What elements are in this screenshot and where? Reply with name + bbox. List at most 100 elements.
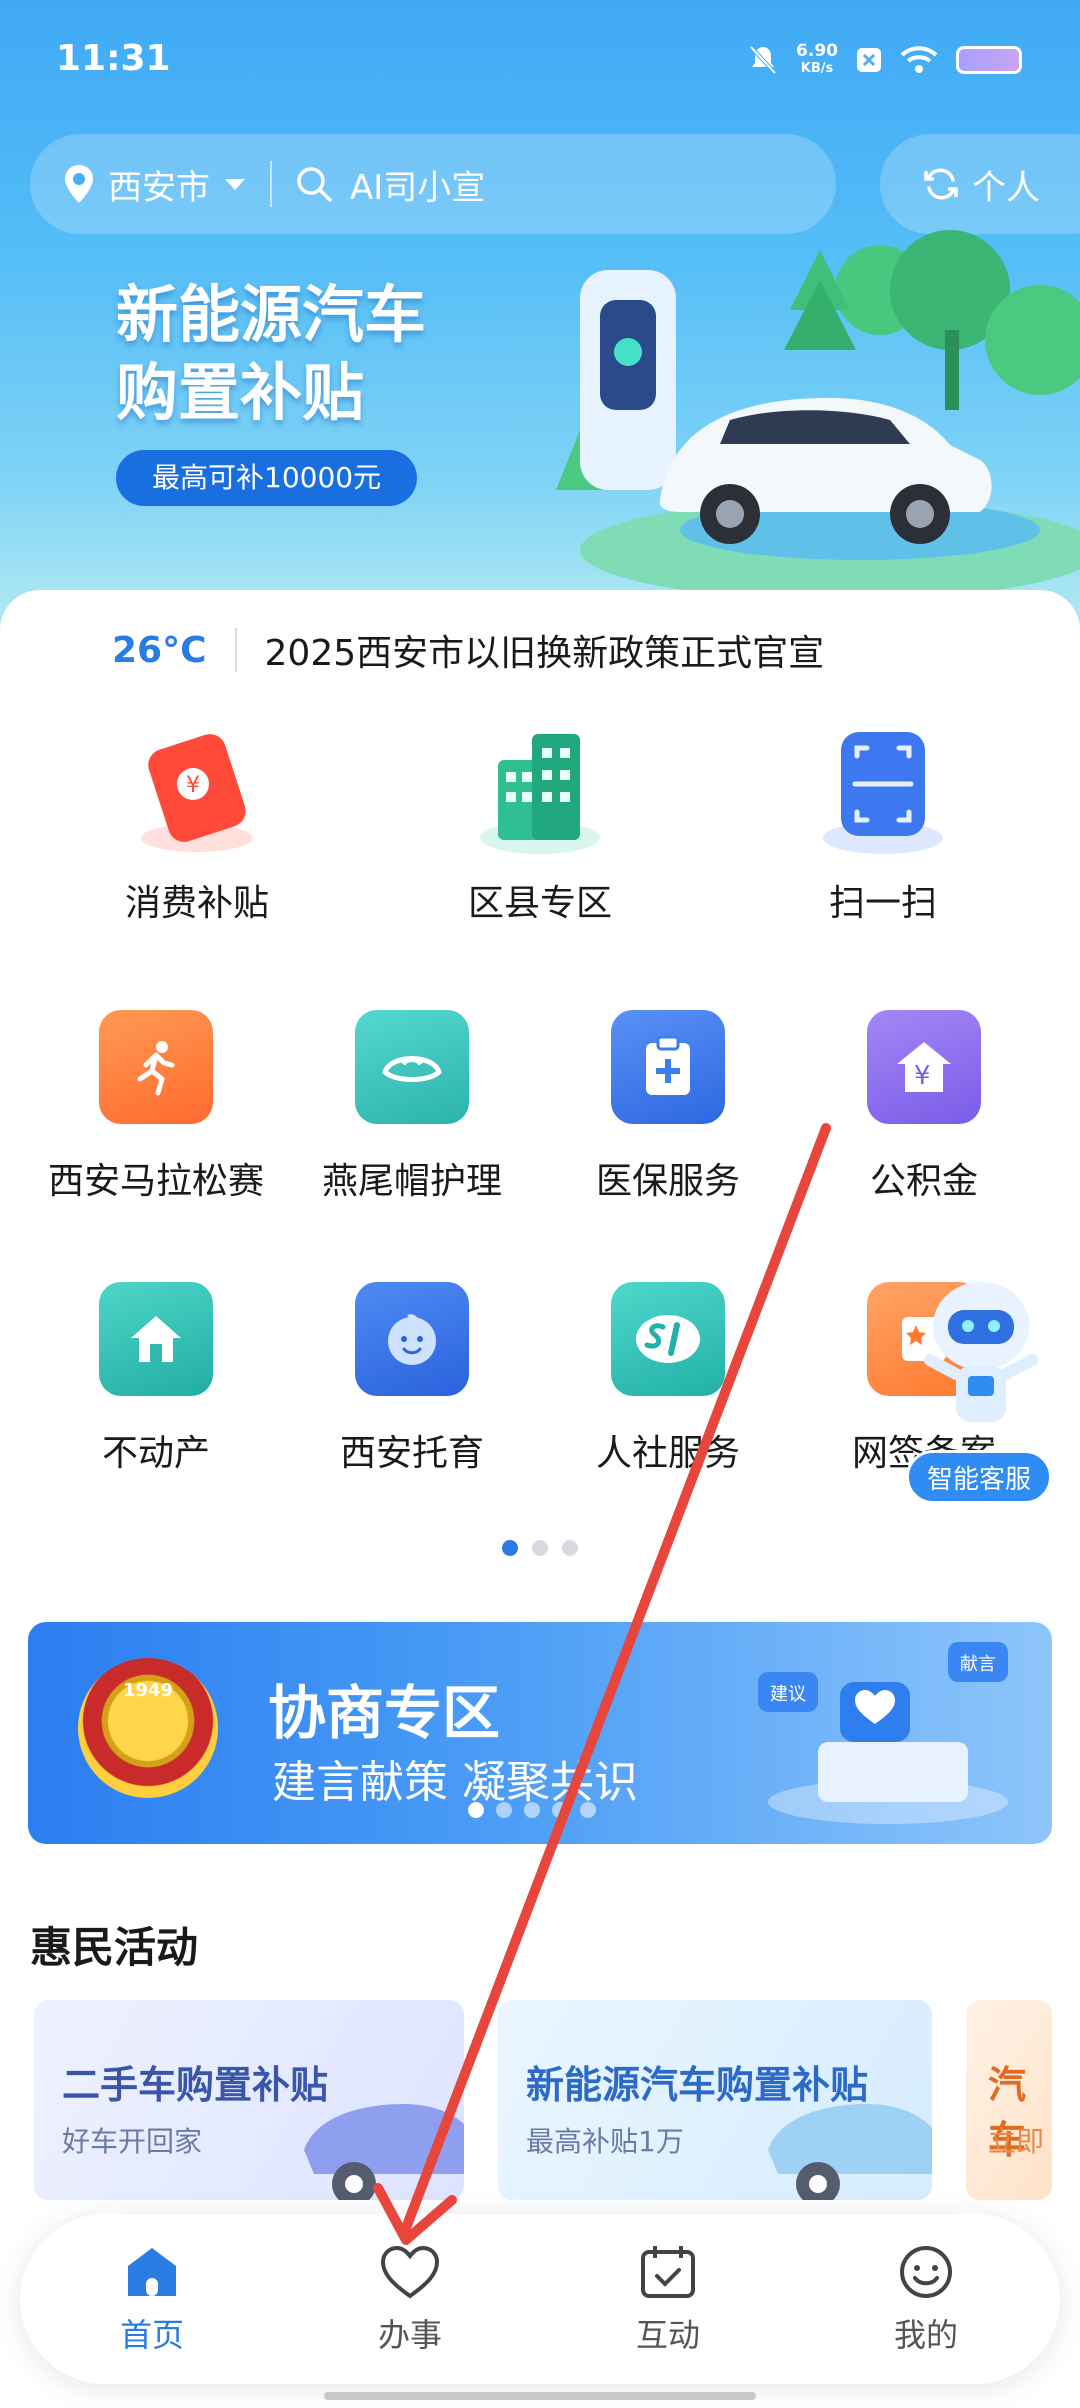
notebook-heart-illustration: 建议 献言 [758,1642,1008,1824]
section-title: 惠民活动 [30,1923,199,1972]
status-time: 11:31 [56,38,171,79]
tab-label: 办事 [377,2316,442,2354]
calendar-check-icon [641,2246,695,2298]
wifi-icon [900,46,938,73]
banner-title: 新能源汽车 购置补贴 [116,278,427,429]
service-marathon[interactable]: 西安马拉松赛 [26,1010,286,1204]
banner-tag: 最高可补10000元 [116,450,418,506]
service-label: 不动产 [101,1433,210,1474]
gesture-home-bar[interactable] [324,2392,756,2400]
net-speed: 6.90 KB/s [796,41,838,76]
news-ticker[interactable]: 26°C 2025西安市以旧换新政策正式官宣 [112,620,824,680]
service-label: 医保服务 [595,1161,740,1202]
activity-subtitle: 最高补贴1万 [526,2125,684,2158]
search-placeholder[interactable]: AI司小宣 [350,160,485,209]
bottom-nav: 首页 办事 互动 我的 [20,2214,1060,2384]
service-real-estate[interactable]: 不动产 [26,1282,286,1476]
bubble-advice: 献言 [960,1654,996,1675]
search-bar[interactable]: 西安市 AI司小宣 [30,134,836,234]
service-housing-fund[interactable]: ¥ 公积金 [794,1010,1054,1204]
nfc-x-icon [857,48,881,72]
si-logo-icon [611,1282,725,1396]
activity-card-ev[interactable]: 新能源汽车购置补贴 最高补贴1万 [498,2000,932,2200]
activity-card-auto[interactable]: 汽车 立即 [966,2000,1052,2200]
cppcc-emblem-icon: 1949 [78,1658,218,1798]
service-social-security[interactable]: 人社服务 [538,1282,798,1476]
service-childcare[interactable]: 西安托育 [282,1282,542,1476]
scan-icon [823,732,943,854]
robot-mascot-icon[interactable] [906,1270,1056,1440]
location-pin-icon [65,165,93,203]
service-consumption-subsidy[interactable]: ¥ 消费补贴 [72,720,322,926]
ticker-divider [234,628,237,672]
promo-dot [552,1802,568,1818]
status-icons: 6.90 KB/s [748,42,1022,78]
tab-profile[interactable]: 我的 [846,2244,1006,2356]
page-dot-active [502,1540,518,1556]
customer-service-button[interactable]: 智能客服 [906,1450,1052,1504]
personal-mode-toggle[interactable]: 个人 [880,134,1080,234]
service-label: 燕尾帽护理 [321,1161,502,1202]
search-divider [270,161,272,207]
hero-banner[interactable]: 11:31 6.90 KB/s 西安市 AI司小宣 个人 新能源汽车 购置补贴 … [0,0,1080,640]
promo-dot [580,1802,596,1818]
heart-icon [380,2245,440,2299]
activity-card-used-car[interactable]: 二手车购置补贴 好车开回家 [34,2000,464,2200]
mode-label: 个人 [972,167,1040,208]
svg-text:¥: ¥ [914,1061,931,1091]
service-medical-insurance[interactable]: 医保服务 [538,1010,798,1204]
main-card: 26°C 2025西安市以旧换新政策正式官宣 ¥ 消费补贴 区县专区 扫一扫 西… [0,590,1080,2408]
service-label: 人社服务 [595,1433,740,1474]
baby-face-icon [355,1282,469,1396]
service-nursing-cap[interactable]: 燕尾帽护理 [282,1010,542,1204]
mute-bell-icon [749,45,777,75]
service-label: 区县专区 [467,883,612,924]
promo-title: 协商专区 [268,1679,501,1747]
medical-clipboard-icon [611,1010,725,1124]
home-icon [99,1282,213,1396]
ev-illustration [556,230,1080,590]
tab-home[interactable]: 首页 [72,2244,232,2356]
promo-dot [496,1802,512,1818]
service-label: 西安托育 [339,1433,484,1474]
promo-subtitle: 建言献策 凝聚共识 [272,1757,638,1808]
promo-dot-active [468,1802,484,1818]
home-icon [128,2248,176,2296]
city-label: 西安市 [108,167,210,208]
battery-icon [956,46,1022,74]
house-yuan-icon: ¥ [867,1010,981,1124]
bubble-suggestion: 建议 [770,1684,806,1705]
nurse-cap-icon [355,1010,469,1124]
service-label: 扫一扫 [828,883,937,924]
service-district-zone[interactable]: 区县专区 [415,720,665,926]
tab-services[interactable]: 办事 [330,2244,490,2356]
buildings-icon [480,734,600,854]
page-dot [532,1540,548,1556]
city-selector[interactable]: 西安市 [62,160,248,209]
tab-interaction[interactable]: 互动 [588,2244,748,2356]
search-icon [297,167,332,202]
grid-page-indicator [0,1540,1080,1556]
activity-title: 二手车购置补贴 [62,2063,329,2107]
status-bar: 11:31 6.90 KB/s [0,0,1080,120]
activity-subtitle: 立即 [988,2125,1045,2158]
promo-dot [524,1802,540,1818]
emblem-year: 1949 [122,1680,174,1701]
consultation-zone-banner[interactable]: 1949 协商专区 建言献策 凝聚共识 建议 献言 [28,1622,1052,1844]
service-label: 消费补贴 [124,883,269,924]
car-illustration [304,2104,464,2200]
refresh-icon [924,168,958,200]
service-label: 公积金 [869,1161,978,1202]
tab-label: 首页 [119,2316,184,2354]
page-dot [562,1540,578,1556]
coupon-ticket-icon: ¥ [141,734,253,852]
ticker-headline[interactable]: 2025西安市以旧换新政策正式官宣 [265,624,825,676]
svg-text:¥: ¥ [186,773,200,798]
service-label: 西安马拉松赛 [47,1161,264,1202]
car-illustration [768,2104,932,2200]
tab-label: 互动 [635,2316,700,2354]
service-scan[interactable]: 扫一扫 [758,720,1008,926]
tab-label: 我的 [893,2316,958,2354]
runner-icon [99,1010,213,1124]
smiley-icon [900,2246,952,2298]
